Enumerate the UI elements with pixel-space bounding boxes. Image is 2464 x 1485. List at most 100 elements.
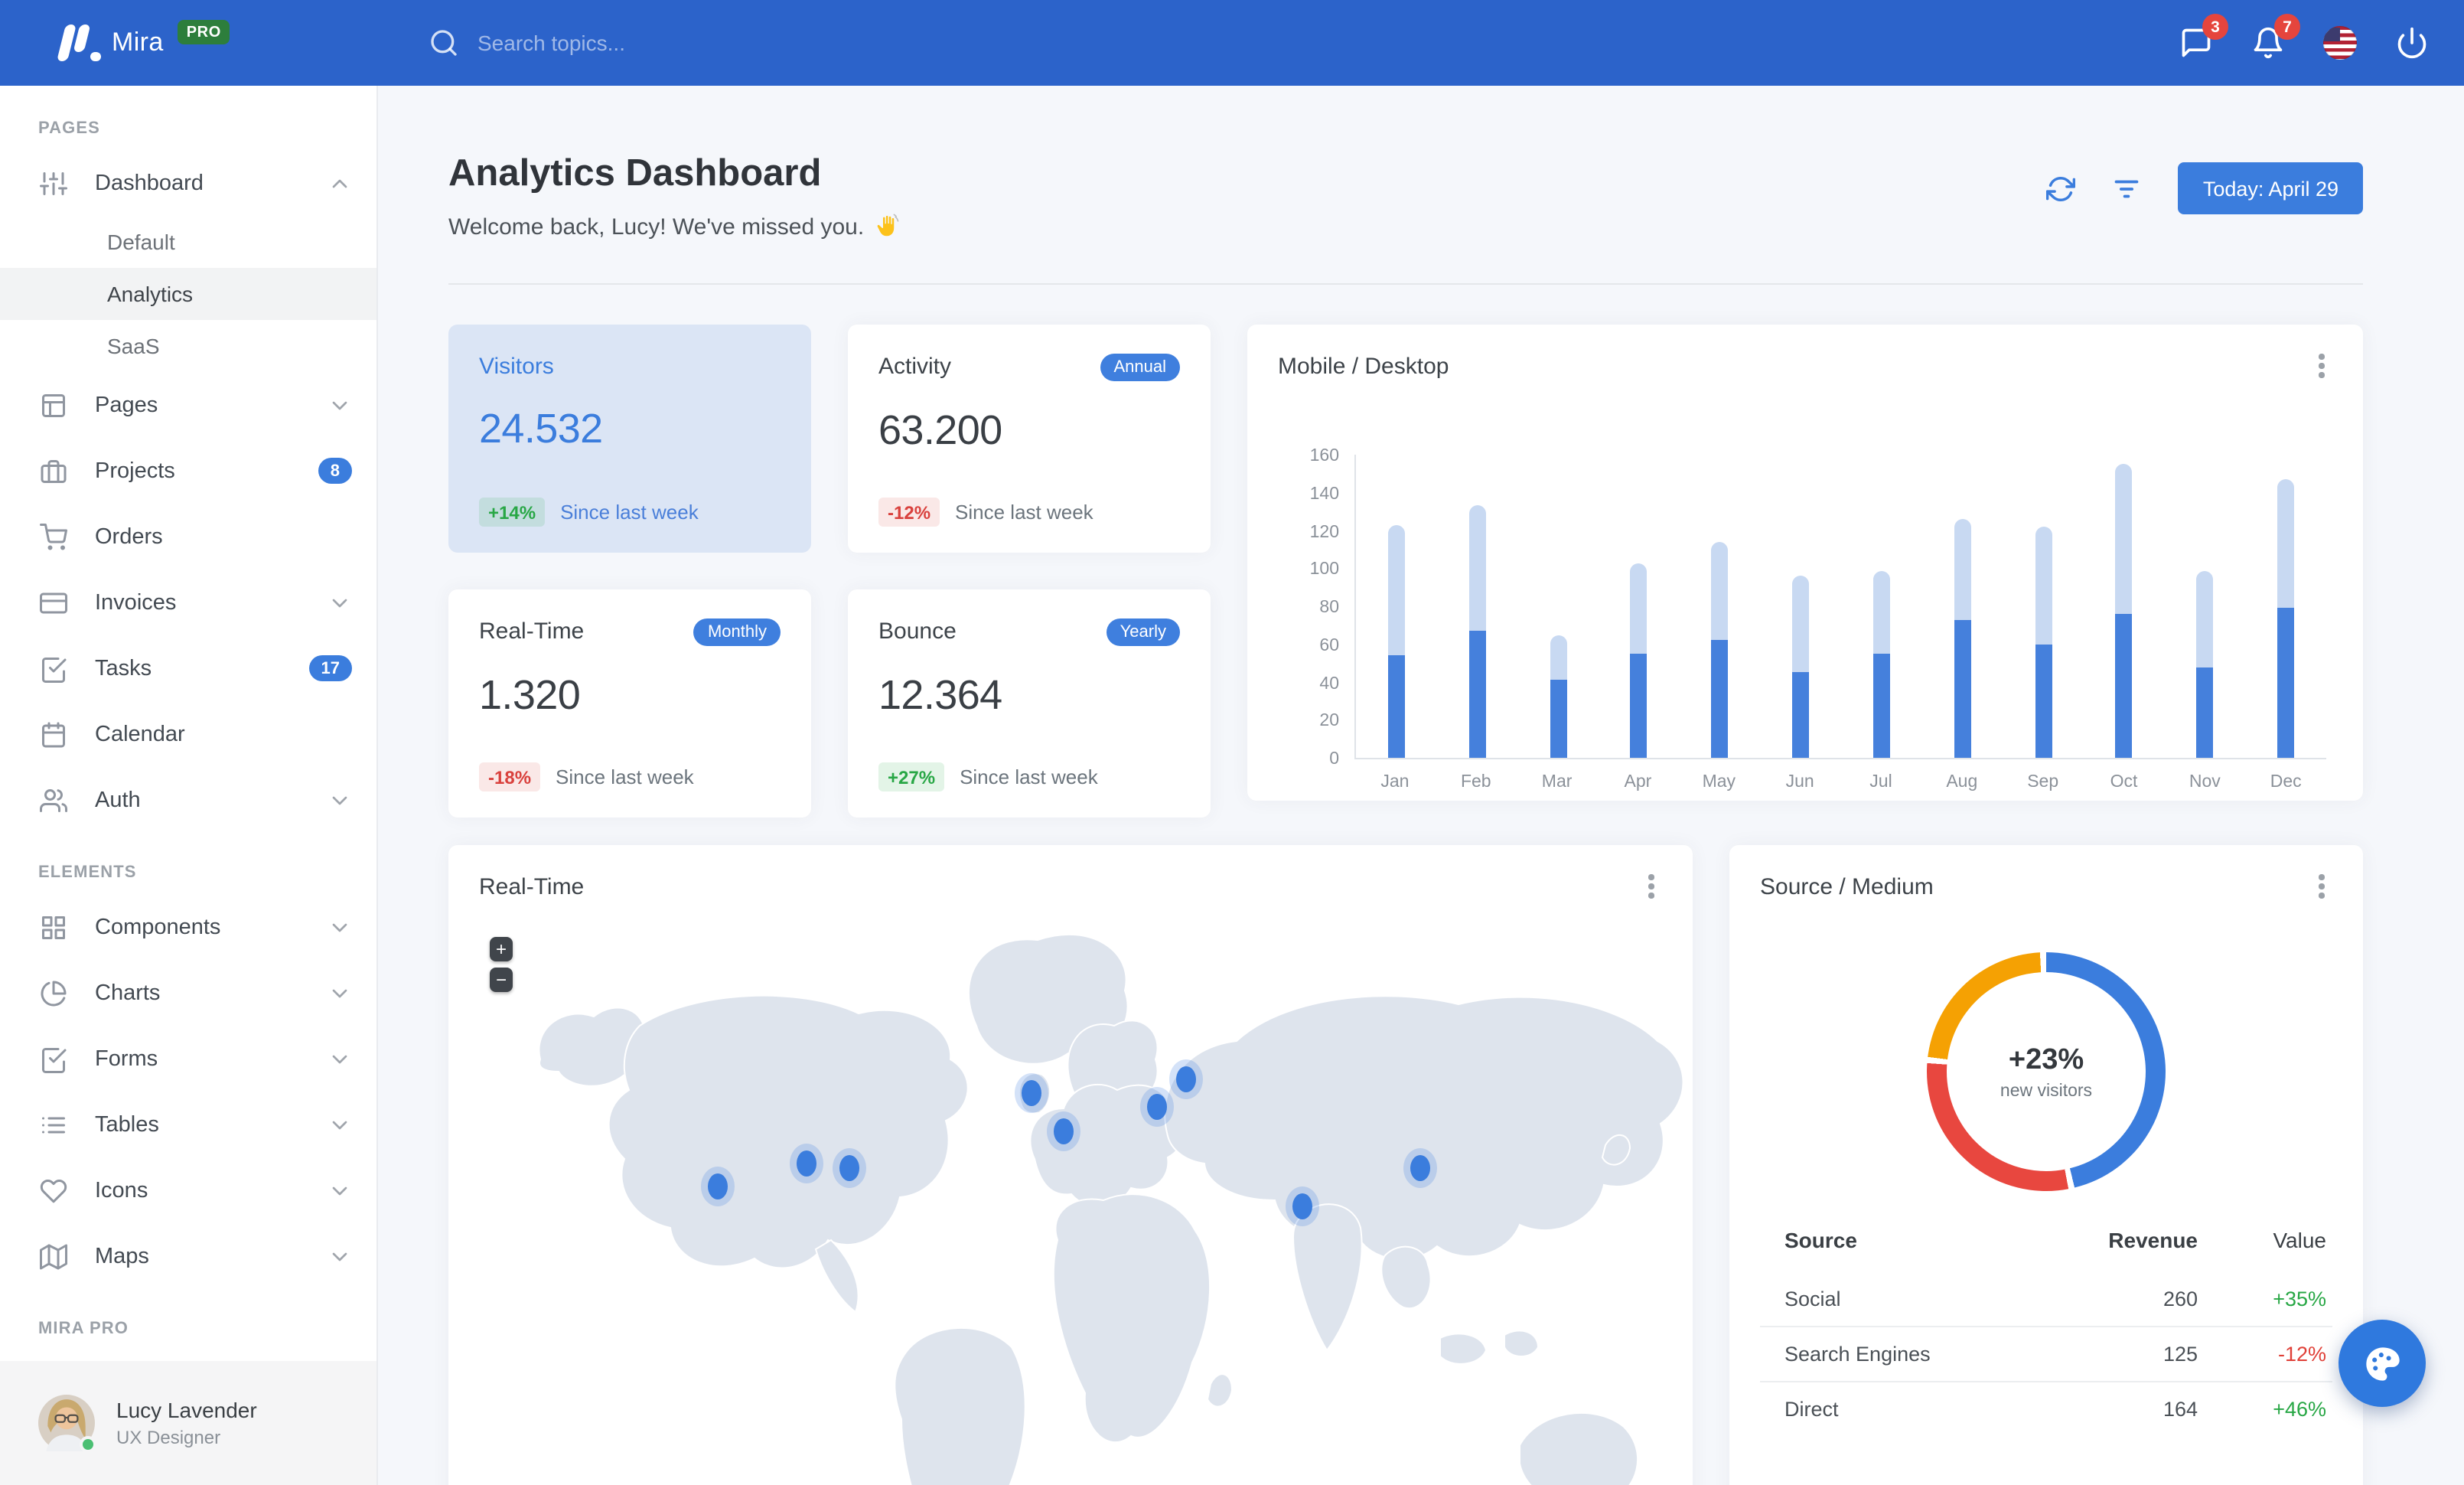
source-table: Source Revenue Value Social 260 +35% Search…: [1760, 1212, 2332, 1436]
sidebar-user-footer[interactable]: Lucy Lavender UX Designer: [0, 1361, 376, 1485]
mobile-desktop-chart-card: Mobile / Desktop 0 20 40 60 80 100 120 140 160 J…: [1247, 325, 2363, 801]
welcome-text: Welcome back, Lucy! We've missed you.: [448, 214, 865, 240]
sidebar-item-components[interactable]: Components: [0, 894, 376, 960]
bar-May: [1680, 455, 1761, 758]
more-vertical-icon[interactable]: [1638, 873, 1665, 900]
date-button[interactable]: Today: April 29: [2178, 162, 2363, 214]
language-flag-us[interactable]: [2323, 26, 2357, 60]
user-role: UX Designer: [116, 1427, 221, 1448]
sidebar-item-maps[interactable]: Maps: [0, 1223, 376, 1289]
stat-caption: Since last week: [556, 765, 694, 788]
sidebar-item-tasks[interactable]: Tasks 17: [0, 635, 376, 701]
chevron-up-icon: [332, 178, 347, 188]
brand-name: Mira: [112, 28, 164, 57]
sidebar-item-label: Auth: [95, 788, 141, 812]
chevron-down-icon: [332, 400, 347, 410]
period-badge: Yearly: [1106, 618, 1180, 646]
sidebar-item-tables[interactable]: Tables: [0, 1092, 376, 1157]
more-vertical-icon[interactable]: [2308, 873, 2335, 900]
cell-revenue: 125: [2163, 1343, 2198, 1366]
filter-icon[interactable]: [2113, 174, 2142, 203]
bar-Jul: [1841, 455, 1922, 758]
sidebar-item-projects[interactable]: Projects 8: [0, 438, 376, 504]
stat-value: 1.320: [479, 672, 581, 718]
tasks-count-badge: 17: [308, 655, 352, 681]
chevron-down-icon: [332, 1252, 347, 1261]
x-label: Sep: [2027, 773, 2059, 791]
layout-icon: [42, 393, 65, 416]
mira-logo-icon: [57, 22, 100, 64]
sidebar-item-forms[interactable]: Forms: [0, 1026, 376, 1092]
y-tick: 160: [1309, 447, 1339, 465]
sidebar-item-orders[interactable]: Orders: [0, 504, 376, 570]
sidebar-subitem-default[interactable]: Default: [0, 216, 376, 268]
sidebar-item-label: Projects: [95, 459, 175, 483]
sidebar-item-calendar[interactable]: Calendar: [0, 701, 376, 767]
sidebar-item-label: Dashboard: [95, 171, 204, 195]
sliders-icon: [40, 171, 67, 194]
map-marker: [708, 1173, 728, 1199]
search-icon: [431, 30, 457, 56]
bar-Sep: [2003, 455, 2084, 758]
theme-settings-button[interactable]: [2339, 1320, 2426, 1407]
welcome-message: Welcome back, Lucy! We've missed you.: [448, 213, 901, 240]
pro-badge: PRO: [177, 20, 230, 44]
sidebar-item-label: Invoices: [95, 590, 177, 615]
check-square-icon: [42, 1047, 67, 1072]
sidebar-item-dashboard[interactable]: Dashboard: [0, 150, 376, 216]
sidebar-item-charts[interactable]: Charts: [0, 960, 376, 1026]
bar-chart-bars: [1354, 455, 2326, 759]
stat-delta-badge: +27%: [878, 762, 945, 791]
header-divider: [448, 283, 2363, 285]
sidebar-item-label: Maps: [95, 1244, 149, 1268]
chevron-down-icon: [332, 1054, 347, 1063]
sidebar-subitem-saas[interactable]: SaaS: [0, 320, 376, 372]
chevron-down-icon: [332, 988, 347, 997]
sidebar-item-invoices[interactable]: Invoices: [0, 570, 376, 635]
bar-Oct: [2084, 455, 2165, 758]
bar-Dec: [2245, 455, 2326, 758]
refresh-icon[interactable]: [2046, 174, 2076, 203]
heart-icon: [40, 1179, 67, 1203]
source-card-title: Source / Medium: [1760, 874, 1934, 900]
cell-revenue: 260: [2163, 1288, 2198, 1310]
more-vertical-icon[interactable]: [2308, 352, 2335, 380]
notifications-button[interactable]: 7: [2251, 14, 2300, 60]
navbar-actions: 3 7: [2179, 14, 2464, 60]
chevron-down-icon: [332, 795, 347, 805]
sidebar: PAGES Dashboard Default Analytics SaaS P…: [0, 86, 378, 1485]
y-tick: 60: [1319, 636, 1339, 655]
users-icon: [40, 788, 67, 811]
map-zoom-in-button[interactable]: +: [490, 937, 513, 961]
messages-button[interactable]: 3: [2179, 14, 2228, 60]
brand[interactable]: Mira PRO: [0, 20, 378, 64]
sidebar-item-icons[interactable]: Icons: [0, 1157, 376, 1223]
online-status-dot: [80, 1436, 96, 1453]
sign-out-button[interactable]: [2395, 26, 2429, 60]
bar-Apr: [1599, 455, 1680, 758]
navbar-search: [429, 28, 833, 58]
sidebar-item-auth[interactable]: Auth: [0, 767, 376, 833]
sidebar-item-label: Forms: [95, 1046, 158, 1071]
stat-delta-badge: -12%: [878, 498, 940, 527]
stat-title: Visitors: [479, 354, 554, 380]
search-input[interactable]: [474, 29, 833, 57]
sidebar-subitem-analytics[interactable]: Analytics: [0, 268, 376, 320]
map-marker: [1022, 1080, 1041, 1106]
x-label: Nov: [2189, 773, 2221, 791]
sidebar-item-label: Icons: [95, 1178, 148, 1203]
map-marker: [1054, 1118, 1074, 1144]
map-zoom-out-button[interactable]: −: [490, 968, 513, 992]
main-area: Analytics Dashboard Welcome back, Lucy! …: [378, 86, 2464, 1485]
source-table-header: Source Revenue Value: [1760, 1212, 2332, 1272]
chevron-down-icon: [332, 1120, 347, 1129]
y-tick: 120: [1309, 523, 1339, 541]
stat-value: 24.532: [479, 406, 603, 452]
col-value: Value: [2273, 1228, 2326, 1252]
source-table-body: Social 260 +35% Search Engines 125 -12% Direct…: [1760, 1272, 2332, 1436]
bar-Nov: [2165, 455, 2246, 758]
x-label: Oct: [2110, 773, 2138, 791]
sidebar-item-pages[interactable]: Pages: [0, 372, 376, 438]
source-table-row: Search Engines 125 -12%: [1760, 1326, 2332, 1381]
sidebar-section-elements: ELEMENTS: [38, 863, 137, 882]
